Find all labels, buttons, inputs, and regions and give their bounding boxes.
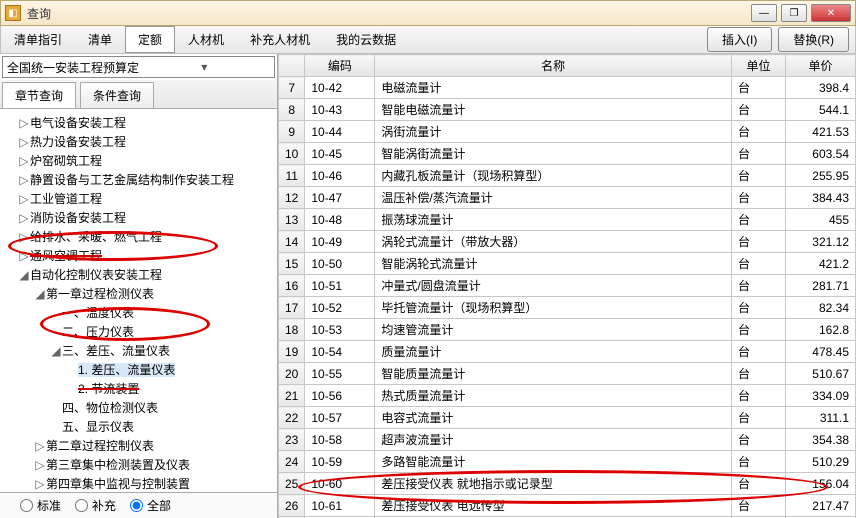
table-row[interactable]: 1310-48振荡球流量计台455: [279, 209, 856, 231]
close-button[interactable]: ✕: [811, 4, 851, 22]
table-row[interactable]: 910-44涡街流量计台421.53: [279, 121, 856, 143]
table-row[interactable]: 1010-45智能涡街流量计台603.54: [279, 143, 856, 165]
result-table-pane: 编码 名称 单位 单价 710-42电磁流量计台398.4810-43智能电磁流…: [278, 54, 856, 518]
col-unit[interactable]: 单位: [732, 55, 786, 77]
table-row[interactable]: 1710-52毕托管流量计（现场积算型）台82.34: [279, 297, 856, 319]
table-row[interactable]: 1610-51冲量式/圆盘流量计台281.71: [279, 275, 856, 297]
main-toolbar: 清单指引清单定额人材机补充人材机我的云数据 插入(I) 替换(R): [0, 26, 856, 54]
maximize-button[interactable]: ❐: [781, 4, 807, 22]
table-row[interactable]: 1910-54质量流量计台478.45: [279, 341, 856, 363]
col-name[interactable]: 名称: [375, 55, 732, 77]
tree-node[interactable]: 1. 差压、流量仪表: [2, 360, 275, 379]
tree-node[interactable]: ▷消防设备安装工程: [2, 208, 275, 227]
quota-select[interactable]: 全国统一安装工程预算定额河北省消耗量定额( ▾ ▾: [2, 56, 275, 78]
tab-定额[interactable]: 定额: [125, 26, 175, 53]
table-row[interactable]: 2510-60差压接受仪表 就地指示或记录型台156.04: [279, 473, 856, 495]
tree-node[interactable]: 一、温度仪表: [2, 303, 275, 322]
table-row[interactable]: 2110-56热式质量流量计台334.09: [279, 385, 856, 407]
tree-node[interactable]: ▷第四章集中监视与控制装置: [2, 474, 275, 492]
filter-supplement[interactable]: 补充: [75, 497, 116, 514]
tree-node[interactable]: ▷通风空调工程: [2, 246, 275, 265]
table-row[interactable]: 1810-53均速管流量计台162.8: [279, 319, 856, 341]
tree-node[interactable]: ▷工业管道工程: [2, 189, 275, 208]
tree-node[interactable]: ◢自动化控制仪表安装工程: [2, 265, 275, 284]
table-row[interactable]: 710-42电磁流量计台398.4: [279, 77, 856, 99]
table-row[interactable]: 2310-58超声波流量计台354.38: [279, 429, 856, 451]
table-row[interactable]: 1510-50智能涡轮式流量计台421.2: [279, 253, 856, 275]
tree-node[interactable]: 五、显示仪表: [2, 417, 275, 436]
minimize-button[interactable]: —: [751, 4, 777, 22]
col-rownum: [279, 55, 305, 77]
tree-node[interactable]: ◢第一章过程检测仪表: [2, 284, 275, 303]
window-title: 查询: [27, 5, 751, 22]
col-code[interactable]: 编码: [305, 55, 375, 77]
tree-node[interactable]: ▷炉窑砌筑工程: [2, 151, 275, 170]
filter-footer: 标准 补充 全部: [0, 492, 277, 518]
table-row[interactable]: 2210-57电容式流量计台311.1: [279, 407, 856, 429]
tree-node[interactable]: 二、压力仪表: [2, 322, 275, 341]
tree-node[interactable]: 四、物位检测仪表: [2, 398, 275, 417]
tab-人材机[interactable]: 人材机: [175, 26, 237, 53]
left-panel: 全国统一安装工程预算定额河北省消耗量定额( ▾ ▾ 章节查询条件查询 ▷电气设备…: [0, 54, 278, 518]
tree-node[interactable]: ▷给排水、采暖、燃气工程: [2, 227, 275, 246]
table-row[interactable]: 2010-55智能质量流量计台510.67: [279, 363, 856, 385]
tab-我的云数据[interactable]: 我的云数据: [323, 26, 409, 53]
replace-button[interactable]: 替换(R): [778, 27, 849, 52]
category-tree: ▷电气设备安装工程▷热力设备安装工程▷炉窑砌筑工程▷静置设备与工艺金属结构制作安…: [0, 109, 277, 492]
tree-node[interactable]: ◢三、差压、流量仪表: [2, 341, 275, 360]
filter-standard[interactable]: 标准: [20, 497, 61, 514]
titlebar: ◧ 查询 — ❐ ✕: [0, 0, 856, 26]
subtab-条件查询[interactable]: 条件查询: [80, 82, 154, 108]
table-row[interactable]: 1110-46内藏孔板流量计（现场积算型）台255.95: [279, 165, 856, 187]
query-subtabs: 章节查询条件查询: [0, 80, 277, 109]
quota-select-text: 全国统一安装工程预算定额河北省消耗量定额( ▾: [7, 59, 139, 76]
tab-清单指引[interactable]: 清单指引: [1, 26, 75, 53]
subtab-章节查询[interactable]: 章节查询: [2, 82, 76, 108]
table-row[interactable]: 2610-61差压接受仪表 电远传型台217.47: [279, 495, 856, 517]
tree-node[interactable]: ▷电气设备安装工程: [2, 113, 275, 132]
filter-all[interactable]: 全部: [130, 497, 171, 514]
tree-node[interactable]: ▷第二章过程控制仪表: [2, 436, 275, 455]
table-row[interactable]: 810-43智能电磁流量计台544.1: [279, 99, 856, 121]
chevron-down-icon: ▾: [139, 60, 271, 74]
insert-button[interactable]: 插入(I): [707, 27, 772, 52]
tree-node[interactable]: ▷热力设备安装工程: [2, 132, 275, 151]
tree-node[interactable]: 2. 节流装置: [2, 379, 275, 398]
tab-清单[interactable]: 清单: [75, 26, 125, 53]
result-table: 编码 名称 单位 单价 710-42电磁流量计台398.4810-43智能电磁流…: [278, 54, 856, 518]
tree-node[interactable]: ▷静置设备与工艺金属结构制作安装工程: [2, 170, 275, 189]
table-row[interactable]: 1410-49涡轮式流量计（带放大器）台321.12: [279, 231, 856, 253]
tab-补充人材机[interactable]: 补充人材机: [237, 26, 323, 53]
tree-node[interactable]: ▷第三章集中检测装置及仪表: [2, 455, 275, 474]
col-price[interactable]: 单价: [786, 55, 856, 77]
table-row[interactable]: 1210-47温压补偿/蒸汽流量计台384.43: [279, 187, 856, 209]
app-icon: ◧: [5, 5, 21, 21]
table-row[interactable]: 2410-59多路智能流量计台510.29: [279, 451, 856, 473]
